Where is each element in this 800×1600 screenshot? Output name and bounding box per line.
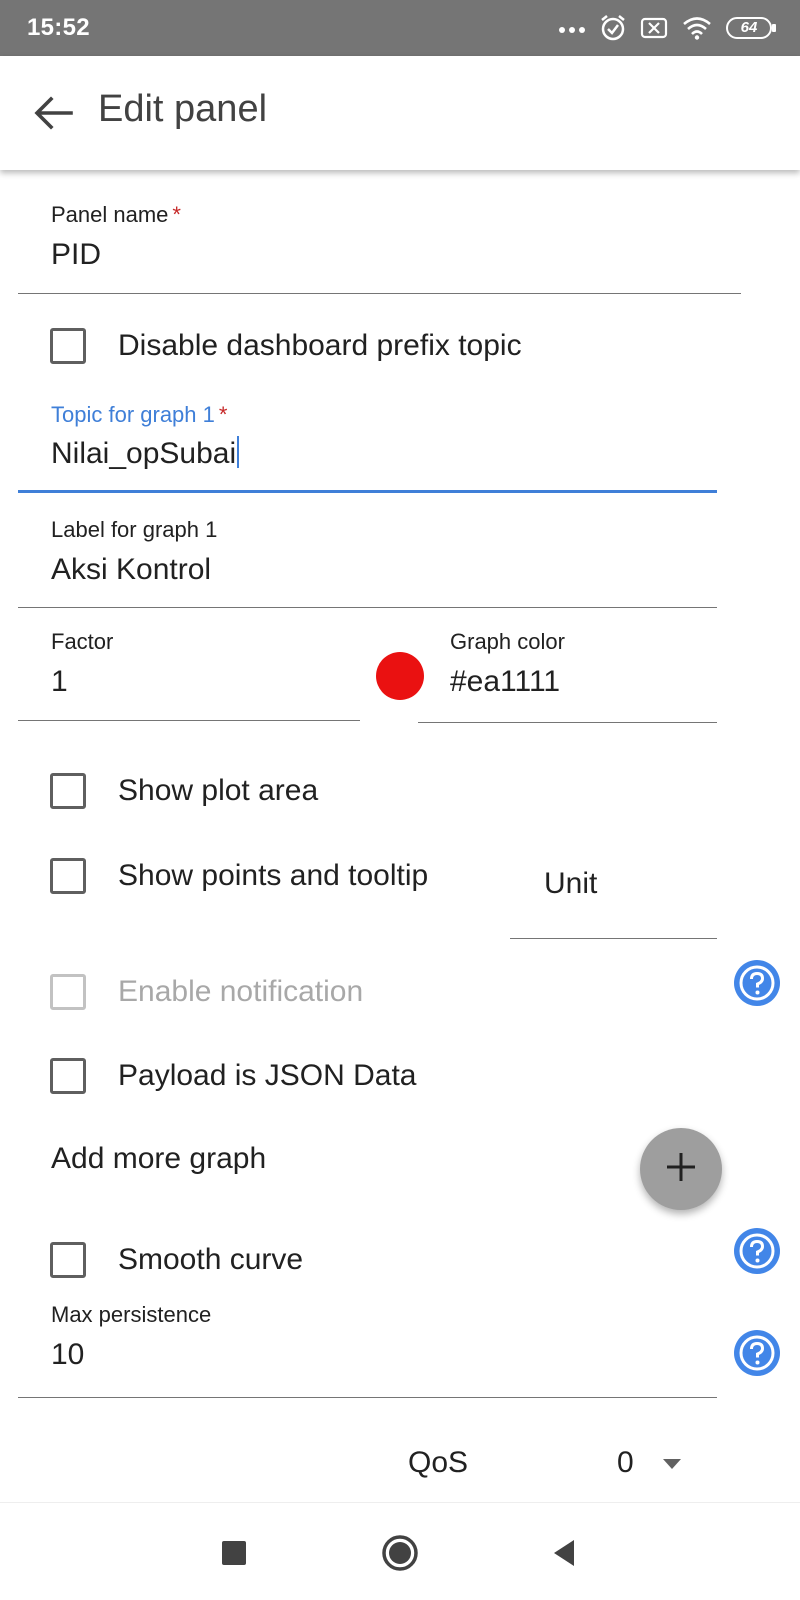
payload-json-label: Payload is JSON Data: [118, 1059, 417, 1092]
enable-notification-checkbox[interactable]: Enable notification: [50, 974, 363, 1010]
graph-color-label: Graph color: [450, 629, 565, 654]
graph-color-swatch[interactable]: [376, 652, 424, 700]
topic-graph1-field[interactable]: Topic for graph 1 * Nilai_opSubai: [18, 395, 717, 495]
battery-icon: 64: [726, 17, 776, 39]
help-circle-icon[interactable]: [734, 960, 780, 1006]
smooth-curve-checkbox[interactable]: Smooth curve: [50, 1242, 303, 1278]
arrow-back-icon[interactable]: [28, 88, 78, 138]
show-points-checkbox[interactable]: Show points and tooltip: [50, 858, 428, 894]
payload-json-checkbox[interactable]: Payload is JSON Data: [50, 1058, 416, 1094]
help-circle-icon[interactable]: [734, 1228, 780, 1274]
smooth-curve-label: Smooth curve: [118, 1243, 304, 1276]
unit-placeholder: Unit: [544, 867, 598, 900]
unit-underline: [510, 938, 717, 939]
factor-field[interactable]: Factor 1: [18, 622, 360, 722]
panel-name-label: Panel name *: [51, 202, 181, 227]
factor-underline: [18, 720, 360, 721]
factor-label: Factor: [51, 629, 114, 654]
show-points-label: Show points and tooltip: [118, 859, 429, 892]
graph-color-underline: [418, 722, 717, 723]
graph-color-value: #ea1111: [450, 665, 561, 698]
factor-value: 1: [51, 665, 68, 698]
checkbox-box: [50, 974, 86, 1010]
more-dots-icon: [558, 23, 586, 33]
plus-icon: [664, 1150, 698, 1189]
max-persistence-label: Max persistence: [51, 1302, 212, 1327]
status-icons: 64: [558, 12, 776, 44]
add-graph-button[interactable]: [640, 1128, 722, 1210]
home-circle-icon[interactable]: [376, 1529, 424, 1577]
app-bar: Edit panel: [0, 56, 800, 170]
topic-graph1-value: Nilai_opSubai: [51, 436, 240, 471]
qos-label: QoS: [408, 1446, 469, 1479]
label-graph1-value: Aksi Kontrol: [51, 553, 212, 586]
topic-graph1-underline: [18, 490, 717, 493]
panel-name-field[interactable]: Panel name * PID: [18, 195, 741, 295]
battery-level: 64: [740, 19, 758, 36]
text-cursor: [237, 436, 240, 468]
back-triangle-icon[interactable]: [540, 1529, 588, 1577]
panel-name-value: PID: [51, 238, 102, 271]
dropdown-arrow-icon[interactable]: [663, 1459, 681, 1469]
label-graph1-label: Label for graph 1: [51, 517, 218, 542]
no-sim-icon: [640, 17, 668, 39]
label-graph1-underline: [18, 607, 717, 608]
recents-square-icon[interactable]: [210, 1529, 258, 1577]
max-persistence-underline: [18, 1397, 717, 1398]
checkbox-box: [50, 773, 86, 809]
max-persistence-value: 10: [51, 1338, 85, 1371]
show-plot-area-checkbox[interactable]: Show plot area: [50, 773, 318, 809]
checkbox-box: [50, 1242, 86, 1278]
disable-prefix-checkbox[interactable]: Disable dashboard prefix topic: [50, 328, 522, 364]
max-persistence-field[interactable]: Max persistence 10: [18, 1295, 717, 1399]
enable-notification-label: Enable notification: [118, 975, 364, 1008]
page-title: Edit panel: [98, 88, 268, 130]
checkbox-box: [50, 328, 86, 364]
disable-prefix-label: Disable dashboard prefix topic: [118, 329, 522, 362]
topic-graph1-label: Topic for graph 1 *: [51, 402, 228, 427]
help-circle-icon[interactable]: [734, 1330, 780, 1376]
qos-select-value[interactable]: 0: [617, 1446, 634, 1480]
wifi-icon: [682, 16, 712, 40]
checkbox-box: [50, 1058, 86, 1094]
graph-color-field[interactable]: Graph color #ea1111: [418, 622, 717, 724]
system-nav-bar: [0, 1502, 800, 1600]
alarm-icon: [600, 14, 626, 42]
status-bar: 15:52 64: [0, 0, 800, 56]
status-time: 15:52: [27, 14, 90, 41]
add-more-graph-label: Add more graph: [51, 1142, 267, 1175]
panel-name-underline: [18, 293, 741, 294]
checkbox-box: [50, 858, 86, 894]
show-plot-area-label: Show plot area: [118, 774, 319, 807]
unit-field[interactable]: Unit: [510, 860, 717, 940]
label-graph1-field[interactable]: Label for graph 1 Aksi Kontrol: [18, 510, 717, 610]
